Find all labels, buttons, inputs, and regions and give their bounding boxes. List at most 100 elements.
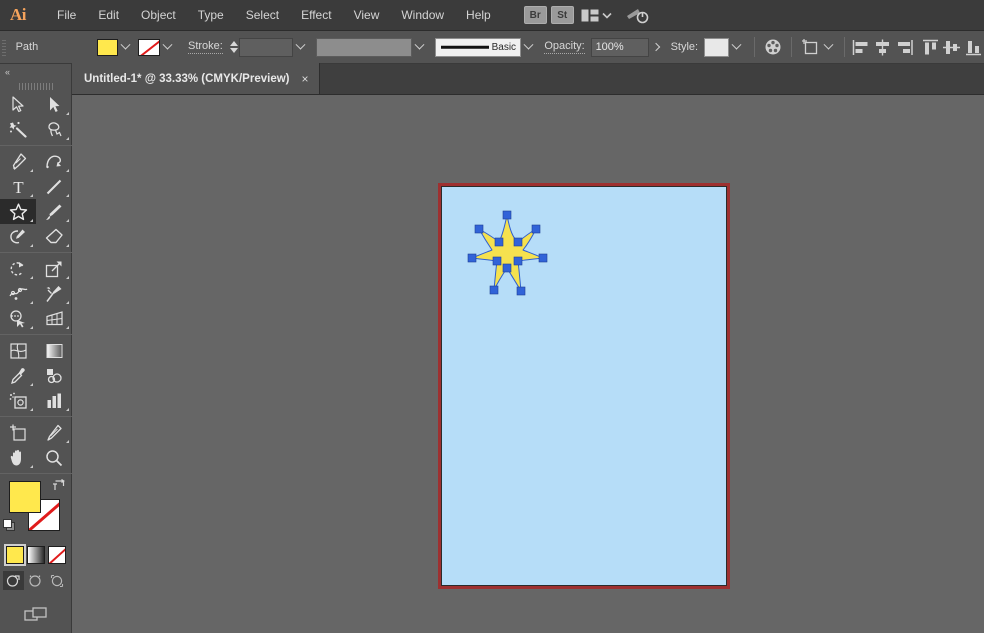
none-mode-button[interactable] (48, 546, 66, 564)
draw-behind-button[interactable] (25, 571, 46, 590)
align-bottom-icon (964, 39, 983, 56)
menu-item-edit[interactable]: Edit (87, 2, 130, 28)
symbol-sprayer-tool[interactable] (0, 388, 36, 413)
color-mode-button[interactable] (6, 546, 24, 564)
zoom-tool[interactable] (36, 445, 72, 470)
graphic-style-swatch[interactable] (704, 38, 729, 57)
gradient-mode-button[interactable] (27, 546, 45, 564)
fill-color-dropdown[interactable] (118, 39, 133, 56)
type-tool[interactable]: T (0, 174, 36, 199)
tool-flyout-indicator (66, 112, 69, 115)
column-graph-tool[interactable] (36, 388, 72, 413)
align-bottom-button[interactable] (963, 36, 984, 58)
scale-tool-icon (45, 260, 63, 278)
tool-flyout-indicator (30, 169, 33, 172)
draw-inside-button[interactable] (47, 571, 68, 590)
tool-flyout-indicator (66, 244, 69, 247)
stroke-weight-input[interactable] (239, 38, 293, 57)
brush-definition-select[interactable]: Basic (435, 38, 521, 57)
control-bar-grip[interactable] (0, 31, 8, 64)
menu-item-select[interactable]: Select (235, 2, 290, 28)
gradient-tool[interactable] (36, 338, 72, 363)
chevron-down-icon (602, 12, 612, 19)
tool-flyout-indicator (66, 169, 69, 172)
control-bar-divider-2 (791, 37, 792, 57)
pen-tool[interactable] (0, 149, 36, 174)
hand-tool[interactable] (0, 445, 36, 470)
menu-item-window[interactable]: Window (390, 2, 455, 28)
change-screen-mode-icon (24, 606, 48, 624)
free-transform-tool[interactable] (36, 281, 72, 306)
star-shape[interactable] (466, 205, 550, 305)
slice-tool[interactable] (36, 420, 72, 445)
shaper-tool[interactable] (0, 224, 36, 249)
close-icon[interactable]: × (300, 73, 311, 85)
workspace-switcher-button[interactable] (619, 7, 655, 24)
eyedropper-tool[interactable] (0, 363, 36, 388)
canvas-area[interactable] (72, 95, 984, 633)
menu-item-object[interactable]: Object (130, 2, 187, 28)
bridge-button[interactable]: Br (524, 6, 547, 24)
stroke-weight-stepper[interactable] (229, 38, 240, 56)
swap-fill-stroke-icon[interactable] (52, 479, 66, 493)
line-segment-tool[interactable] (36, 174, 72, 199)
tool-flyout-indicator (66, 276, 69, 279)
scale-tool[interactable] (36, 256, 72, 281)
toolbar-fill-swatch[interactable] (9, 481, 41, 513)
variable-width-profile-dropdown[interactable] (412, 39, 427, 56)
menu-item-file[interactable]: File (46, 2, 87, 28)
selection-type-label: Path (16, 41, 39, 53)
rotate-tool[interactable] (0, 256, 36, 281)
align-vertical-center-icon (942, 39, 961, 56)
align-top-button[interactable] (920, 36, 941, 58)
curvature-tool[interactable] (36, 149, 72, 174)
fill-color-swatch[interactable] (97, 39, 118, 56)
document-tab[interactable]: Untitled-1* @ 33.33% (CMYK/Preview) × (72, 63, 320, 94)
opacity-input[interactable]: 100% (591, 38, 650, 57)
artboard-tool[interactable] (0, 420, 36, 445)
graphic-style-dropdown[interactable] (729, 39, 744, 56)
arrange-documents-button[interactable] (578, 9, 615, 22)
collapse-panel-icon[interactable]: « (5, 67, 9, 77)
stroke-color-dropdown[interactable] (160, 39, 175, 56)
align-left-icon (852, 39, 871, 56)
align-vertical-center-button[interactable] (941, 36, 962, 58)
perspective-grid-tool[interactable] (36, 306, 72, 331)
align-right-button[interactable] (894, 36, 915, 58)
menu-item-help[interactable]: Help (455, 2, 502, 28)
tools-panel-grip[interactable] (0, 80, 71, 92)
stock-button[interactable]: St (551, 6, 574, 24)
magic-wand-tool[interactable] (0, 117, 36, 142)
transform-dropdown[interactable] (822, 39, 837, 56)
direct-selection-tool[interactable] (36, 92, 72, 117)
opacity-options-button[interactable] (649, 38, 663, 56)
recolor-artwork-button[interactable] (762, 36, 783, 58)
menu-item-view[interactable]: View (343, 2, 391, 28)
menu-item-effect[interactable]: Effect (290, 2, 342, 28)
tool-flyout-indicator (30, 194, 33, 197)
shape-builder-tool[interactable] (0, 306, 36, 331)
tool-flyout-indicator (30, 408, 33, 411)
transform-button[interactable] (800, 36, 821, 58)
draw-normal-button[interactable] (3, 571, 24, 590)
variable-width-profile-input[interactable] (316, 38, 412, 57)
star-tool[interactable] (0, 199, 36, 224)
align-left-button[interactable] (851, 36, 872, 58)
width-tool[interactable] (0, 281, 36, 306)
tool-grid-3 (0, 256, 72, 331)
control-bar: Path Stroke: Basic Opacity: 100% Style: (0, 31, 984, 64)
default-fill-stroke-icon[interactable] (3, 519, 17, 533)
tool-flyout-indicator (30, 219, 33, 222)
change-screen-mode-button[interactable] (22, 604, 50, 626)
paintbrush-tool[interactable] (36, 199, 72, 224)
menu-item-type[interactable]: Type (187, 2, 235, 28)
stroke-color-swatch[interactable] (138, 39, 159, 56)
mesh-tool[interactable] (0, 338, 36, 363)
selection-tool[interactable] (0, 92, 36, 117)
brush-definition-dropdown[interactable] (521, 39, 536, 56)
lasso-tool[interactable] (36, 117, 72, 142)
eraser-tool[interactable] (36, 224, 72, 249)
align-horizontal-center-button[interactable] (872, 36, 893, 58)
stroke-weight-dropdown[interactable] (293, 39, 308, 56)
blend-tool[interactable] (36, 363, 72, 388)
